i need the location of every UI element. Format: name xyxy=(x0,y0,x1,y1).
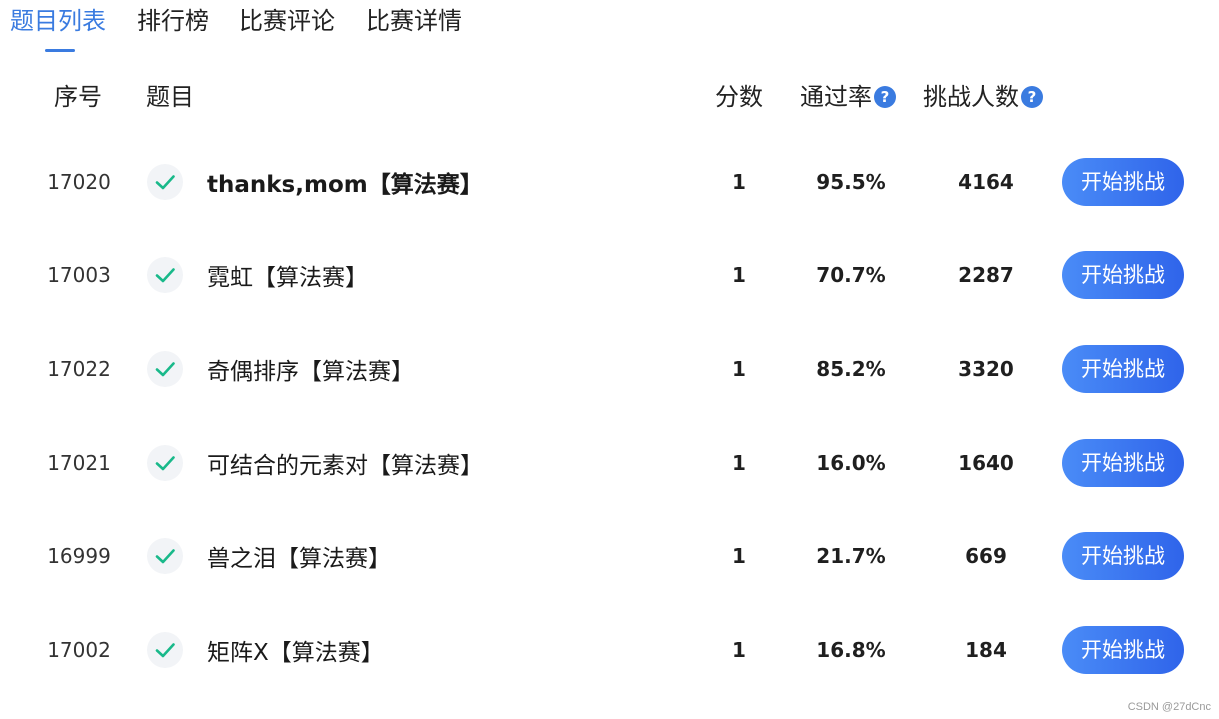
header-title: 题目 xyxy=(146,83,194,111)
start-challenge-button[interactable]: 开始挑战 xyxy=(1062,251,1184,300)
problem-title-link[interactable]: 可结合的元素对【算法赛】 xyxy=(207,416,483,510)
start-challenge-cell: 开始挑战 xyxy=(1062,509,1184,603)
watermark: CSDN @27dCnc xyxy=(1127,701,1211,713)
check-icon xyxy=(147,257,183,294)
problem-challengers: 184 xyxy=(965,637,1007,662)
tab-contest-comments[interactable]: 比赛评论 xyxy=(239,4,335,38)
header-id: 序号 xyxy=(54,83,102,111)
problem-title-link[interactable]: 矩阵X【算法赛】 xyxy=(207,603,384,697)
problem-challengers: 2287 xyxy=(958,263,1014,288)
problem-score: 1 xyxy=(732,637,746,662)
table-header: 序号 题目 分数 通过率? 挑战人数? xyxy=(0,72,1219,122)
problem-title-link[interactable]: thanks,mom【算法赛】 xyxy=(207,135,483,229)
problem-challengers: 669 xyxy=(965,544,1007,569)
problem-title-link[interactable]: 兽之泪【算法赛】 xyxy=(207,509,391,603)
start-challenge-cell: 开始挑战 xyxy=(1062,416,1184,510)
problem-score: 1 xyxy=(732,544,746,569)
tab-problem-list[interactable]: 题目列表 xyxy=(10,4,106,38)
table-row: 16999 兽之泪【算法赛】 1 21.7% 669 开始挑战 xyxy=(0,509,1219,603)
check-icon xyxy=(147,350,183,387)
table-row: 17003 霓虹【算法赛】 1 70.7% 2287 开始挑战 xyxy=(0,229,1219,323)
table-row: 17021 可结合的元素对【算法赛】 1 16.0% 1640 开始挑战 xyxy=(0,416,1219,510)
start-challenge-button[interactable]: 开始挑战 xyxy=(1062,532,1184,581)
check-icon xyxy=(147,163,183,200)
solved-status xyxy=(147,416,183,510)
problem-id: 17021 xyxy=(47,450,111,475)
start-challenge-button[interactable]: 开始挑战 xyxy=(1062,157,1184,206)
tab-bar: 题目列表 排行榜 比赛评论 比赛详情 xyxy=(0,0,600,56)
question-circle-icon[interactable]: ? xyxy=(1021,86,1043,108)
start-challenge-button[interactable]: 开始挑战 xyxy=(1062,625,1184,674)
problem-challengers: 4164 xyxy=(958,169,1014,194)
problem-pass-rate: 85.2% xyxy=(816,356,886,381)
solved-status xyxy=(147,509,183,603)
header-score: 分数 xyxy=(715,83,763,111)
check-icon xyxy=(147,631,183,668)
solved-status xyxy=(147,135,183,229)
problem-title-link[interactable]: 霓虹【算法赛】 xyxy=(207,229,368,323)
problem-score: 1 xyxy=(732,169,746,194)
start-challenge-cell: 开始挑战 xyxy=(1062,322,1184,416)
table-row: 17022 奇偶排序【算法赛】 1 85.2% 3320 开始挑战 xyxy=(0,322,1219,416)
header-pass-rate-label: 通过率 xyxy=(800,83,872,111)
problem-title-link[interactable]: 奇偶排序【算法赛】 xyxy=(207,322,414,416)
table-row: 17002 矩阵X【算法赛】 1 16.8% 184 开始挑战 xyxy=(0,603,1219,697)
start-challenge-button[interactable]: 开始挑战 xyxy=(1062,438,1184,487)
problem-id: 16999 xyxy=(47,544,111,569)
tab-contest-details[interactable]: 比赛详情 xyxy=(366,4,462,38)
start-challenge-button[interactable]: 开始挑战 xyxy=(1062,344,1184,393)
question-circle-icon[interactable]: ? xyxy=(874,86,896,108)
problem-score: 1 xyxy=(732,356,746,381)
header-pass-rate: 通过率? xyxy=(800,80,896,114)
solved-status xyxy=(147,603,183,697)
problem-pass-rate: 21.7% xyxy=(816,544,886,569)
solved-status xyxy=(147,322,183,416)
problem-list: 17020 thanks,mom【算法赛】 1 95.5% 4164 开始挑战 … xyxy=(0,135,1219,697)
start-challenge-cell: 开始挑战 xyxy=(1062,603,1184,697)
problem-challengers: 3320 xyxy=(958,356,1014,381)
solved-status xyxy=(147,229,183,323)
start-challenge-cell: 开始挑战 xyxy=(1062,229,1184,323)
start-challenge-cell: 开始挑战 xyxy=(1062,135,1184,229)
check-icon xyxy=(147,444,183,481)
problem-pass-rate: 95.5% xyxy=(816,169,886,194)
tab-leaderboard[interactable]: 排行榜 xyxy=(137,4,209,38)
problem-challengers: 1640 xyxy=(958,450,1014,475)
problem-pass-rate: 16.8% xyxy=(816,637,886,662)
problem-id: 17020 xyxy=(47,169,111,194)
problem-score: 1 xyxy=(732,450,746,475)
problem-id: 17022 xyxy=(47,356,111,381)
active-tab-indicator xyxy=(45,49,75,52)
table-row: 17020 thanks,mom【算法赛】 1 95.5% 4164 开始挑战 xyxy=(0,135,1219,229)
problem-id: 17002 xyxy=(47,637,111,662)
header-challengers: 挑战人数? xyxy=(923,80,1043,114)
problem-pass-rate: 16.0% xyxy=(816,450,886,475)
check-icon xyxy=(147,538,183,575)
problem-pass-rate: 70.7% xyxy=(816,263,886,288)
header-challengers-label: 挑战人数 xyxy=(923,83,1019,111)
problem-score: 1 xyxy=(732,263,746,288)
problem-id: 17003 xyxy=(47,263,111,288)
